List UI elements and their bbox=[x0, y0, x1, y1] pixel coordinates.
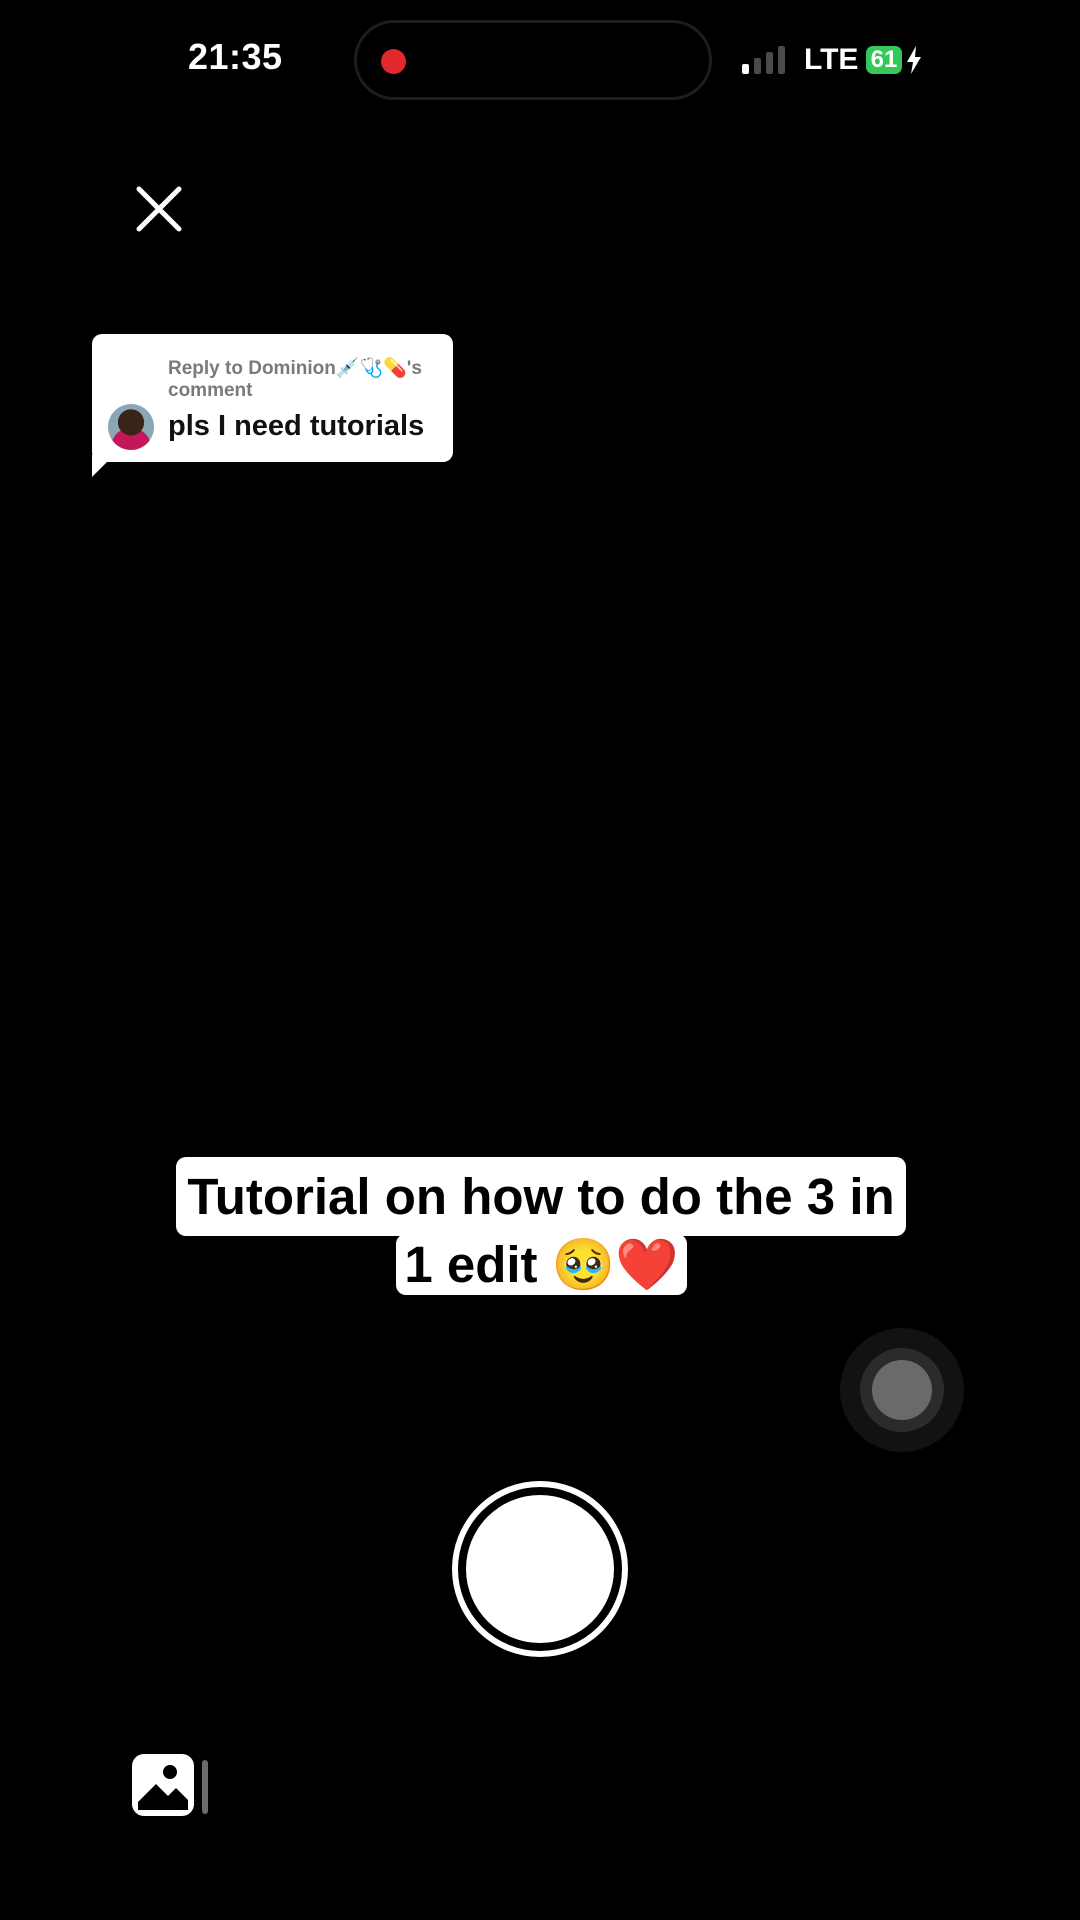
signal-icon bbox=[742, 46, 788, 74]
reply-tail bbox=[92, 455, 114, 477]
close-icon[interactable] bbox=[136, 186, 182, 232]
gallery-icon[interactable] bbox=[130, 1752, 216, 1818]
recording-dot-icon bbox=[381, 49, 406, 74]
reply-sticker[interactable]: Reply to Dominion💉🩺💊's comment pls I nee… bbox=[92, 334, 453, 462]
flip-camera-button[interactable] bbox=[840, 1328, 964, 1452]
shutter-icon bbox=[466, 1495, 614, 1643]
flip-camera-core bbox=[872, 1360, 932, 1420]
reply-header: Reply to Dominion💉🩺💊's comment bbox=[168, 358, 422, 401]
network-label: LTE bbox=[804, 43, 859, 76]
bolt-icon bbox=[907, 46, 921, 74]
shutter-button[interactable] bbox=[452, 1481, 628, 1657]
caption-line-1[interactable]: Tutorial on how to do the 3 in bbox=[176, 1157, 906, 1236]
caption-line-2[interactable]: 1 edit 🥹❤️ bbox=[396, 1234, 687, 1295]
reply-comment-text: pls I need tutorials bbox=[168, 410, 425, 442]
battery-icon: 61 bbox=[866, 46, 902, 74]
dynamic-island bbox=[354, 20, 712, 100]
avatar bbox=[108, 404, 154, 450]
status-time: 21:35 bbox=[188, 36, 283, 77]
